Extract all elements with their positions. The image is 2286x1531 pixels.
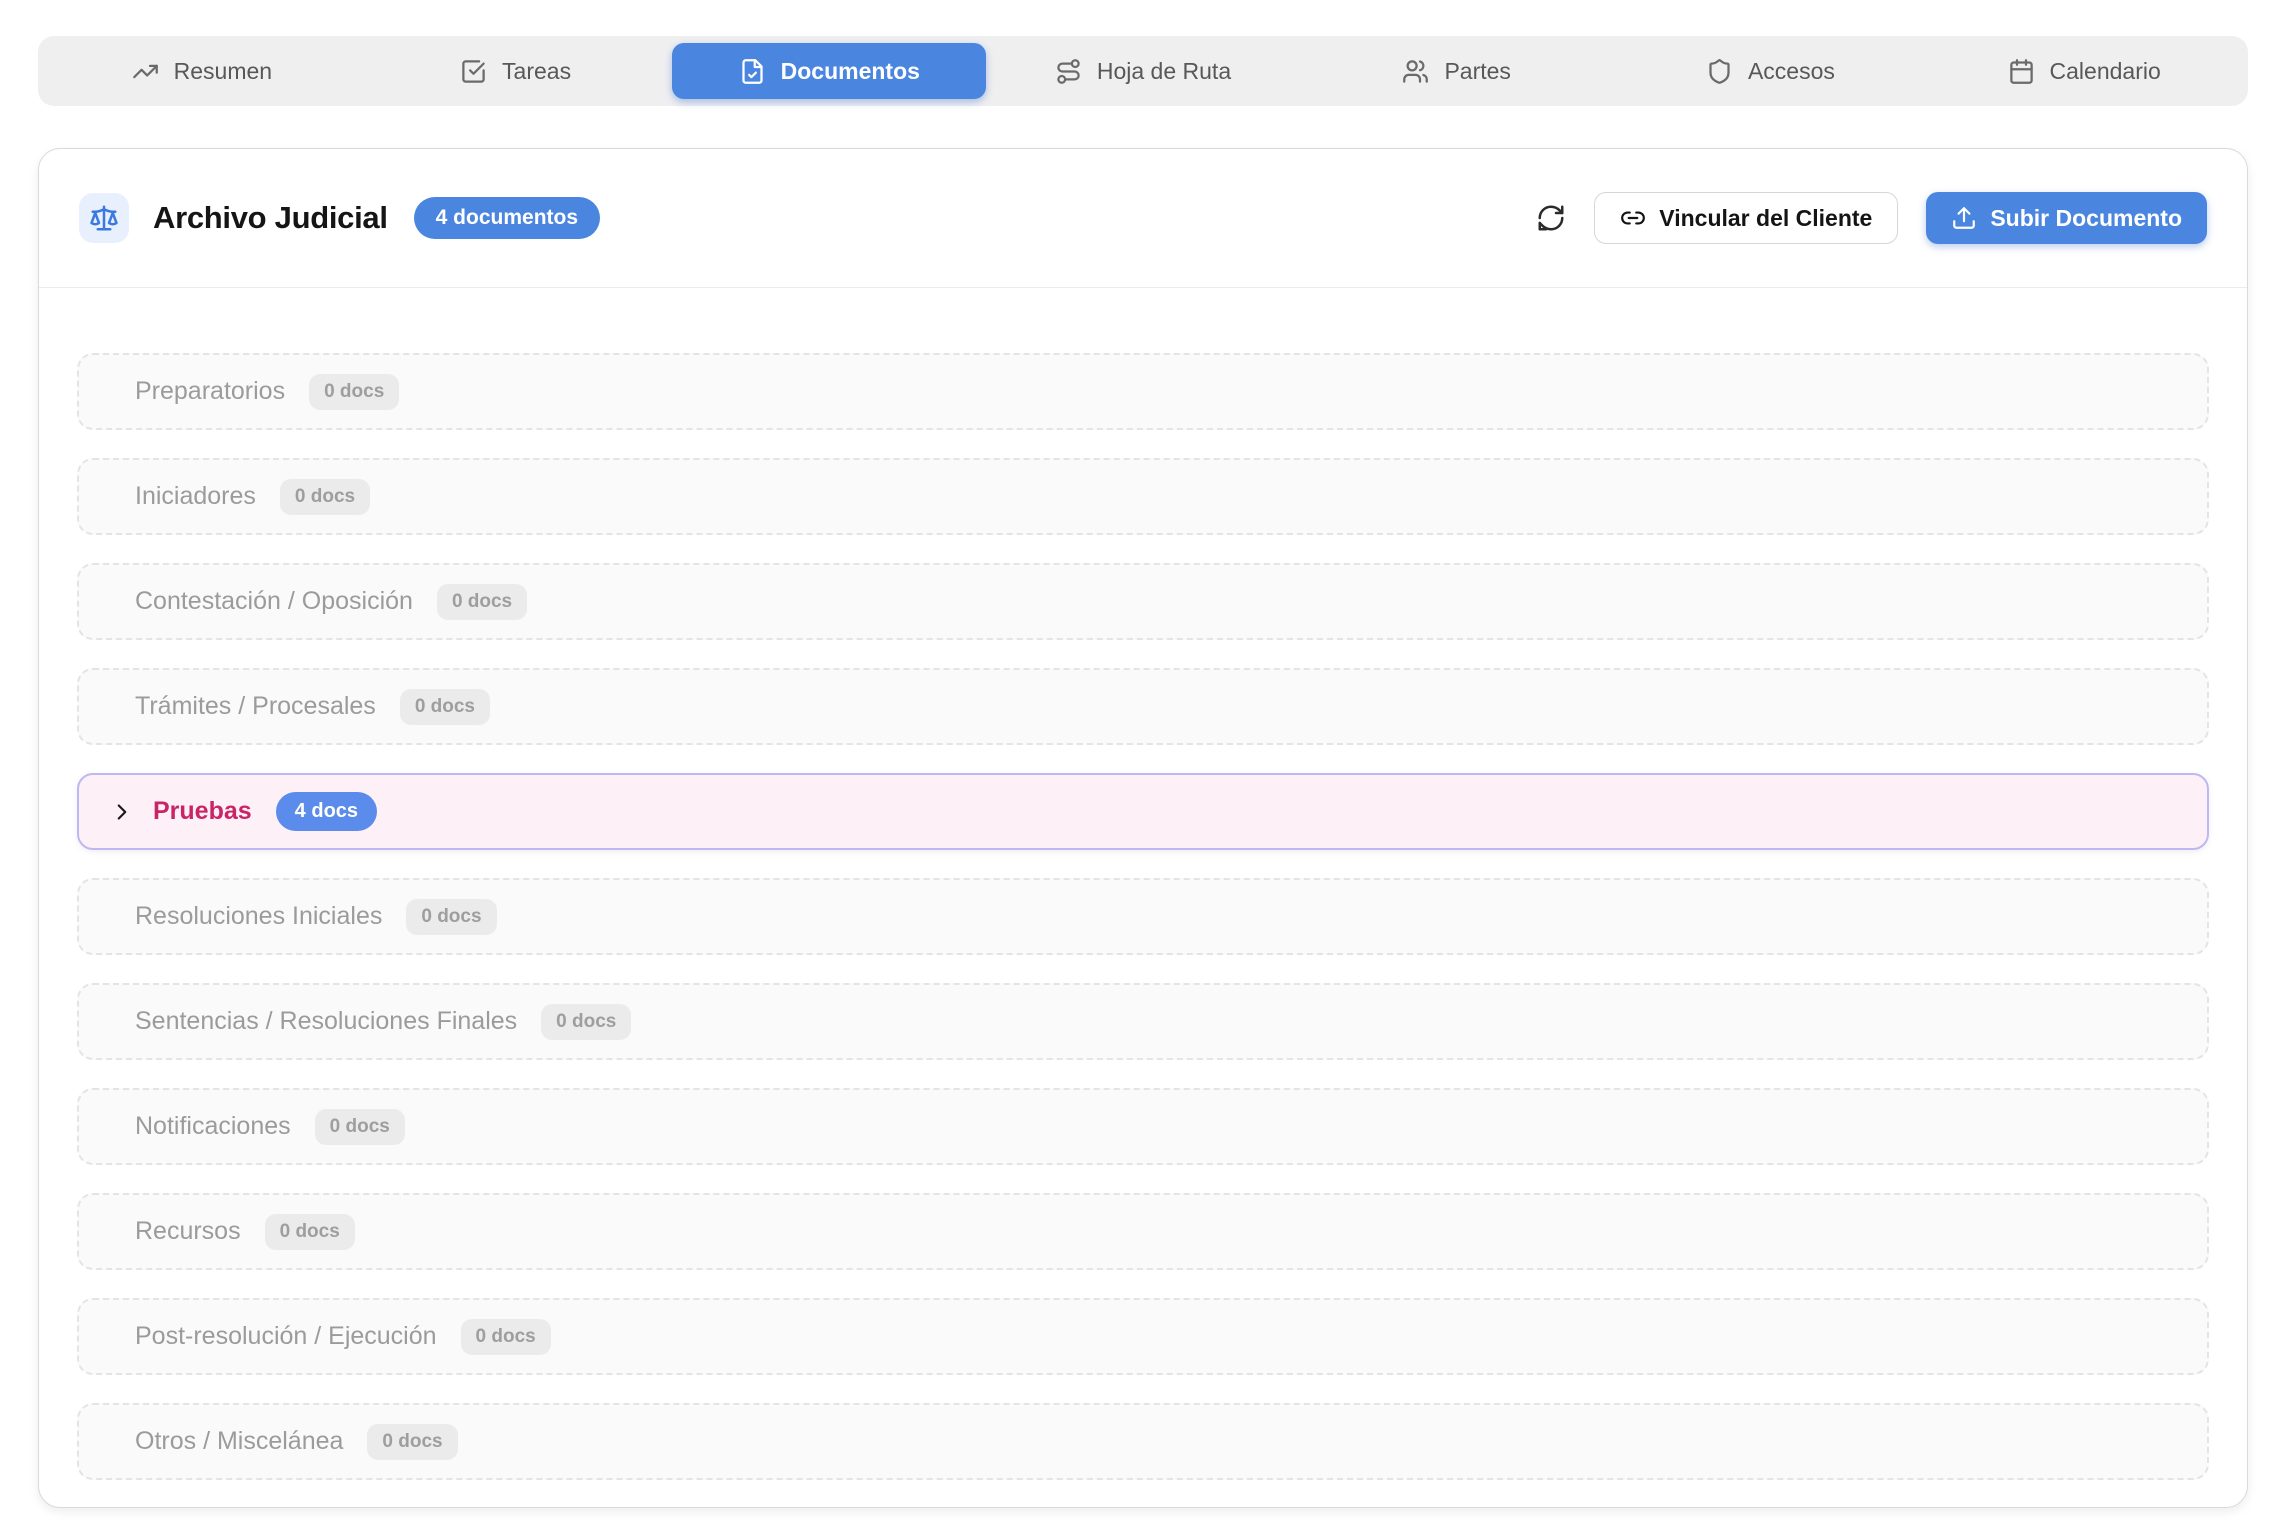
category-row-sentencias-resoluciones-finales[interactable]: Sentencias / Resoluciones Finales 0 docs bbox=[77, 983, 2209, 1060]
upload-document-button[interactable]: Subir Documento bbox=[1926, 192, 2207, 244]
trending-up-icon bbox=[132, 58, 159, 85]
category-row-recursos[interactable]: Recursos 0 docs bbox=[77, 1193, 2209, 1270]
category-row-otros-miscel-nea[interactable]: Otros / Miscelánea 0 docs bbox=[77, 1403, 2209, 1480]
category-row-post-resoluci-n-ejecuci-n[interactable]: Post-resolución / Ejecución 0 docs bbox=[77, 1298, 2209, 1375]
scale-icon bbox=[79, 193, 129, 243]
calendar-icon bbox=[2008, 58, 2035, 85]
tab-hoja-de-ruta[interactable]: Hoja de Ruta bbox=[986, 43, 1300, 99]
route-icon bbox=[1055, 58, 1082, 85]
archivo-judicial-card: Archivo Judicial 4 documentos Vincular d… bbox=[38, 148, 2248, 1508]
docs-count-badge: 0 docs bbox=[400, 689, 490, 725]
category-row-preparatorios[interactable]: Preparatorios 0 docs bbox=[77, 353, 2209, 430]
upload-icon bbox=[1951, 205, 1977, 231]
file-check-icon bbox=[739, 58, 766, 85]
chevron-right-icon bbox=[109, 799, 135, 825]
docs-count-badge: 0 docs bbox=[315, 1109, 405, 1145]
category-list: Preparatorios 0 docs Iniciadores 0 docs … bbox=[39, 288, 2247, 1509]
upload-document-label: Subir Documento bbox=[1990, 205, 2182, 232]
tab-resumen[interactable]: Resumen bbox=[45, 43, 359, 99]
docs-count-badge: 0 docs bbox=[265, 1214, 355, 1250]
category-label: Recursos bbox=[135, 1217, 241, 1246]
category-label: Pruebas bbox=[153, 797, 252, 826]
check-square-icon bbox=[460, 58, 487, 85]
link-icon bbox=[1620, 205, 1646, 231]
shield-icon bbox=[1706, 58, 1733, 85]
docs-count-badge: 4 docs bbox=[276, 792, 377, 831]
tab-documentos[interactable]: Documentos bbox=[672, 43, 986, 99]
category-label: Iniciadores bbox=[135, 482, 256, 511]
tab-accesos[interactable]: Accesos bbox=[1614, 43, 1928, 99]
category-row-contestaci-n-oposici-n[interactable]: Contestación / Oposición 0 docs bbox=[77, 563, 2209, 640]
link-client-button[interactable]: Vincular del Cliente bbox=[1594, 192, 1898, 244]
docs-count-badge: 0 docs bbox=[280, 479, 370, 515]
tab-label: Partes bbox=[1444, 58, 1510, 85]
docs-count-badge: 0 docs bbox=[309, 374, 399, 410]
category-row-pruebas[interactable]: Pruebas 4 docs bbox=[77, 773, 2209, 850]
tab-label: Calendario bbox=[2050, 58, 2161, 85]
category-label: Otros / Miscelánea bbox=[135, 1427, 343, 1456]
tab-label: Documentos bbox=[781, 58, 920, 85]
category-row-iniciadores[interactable]: Iniciadores 0 docs bbox=[77, 458, 2209, 535]
docs-count-badge: 0 docs bbox=[541, 1004, 631, 1040]
header-actions: Vincular del Cliente Subir Documento bbox=[1536, 192, 2207, 244]
tab-label: Resumen bbox=[174, 58, 272, 85]
docs-count-badge: 0 docs bbox=[437, 584, 527, 620]
tab-partes[interactable]: Partes bbox=[1300, 43, 1614, 99]
docs-count-badge: 0 docs bbox=[406, 899, 496, 935]
docs-count-badge: 0 docs bbox=[367, 1424, 457, 1460]
category-label: Post-resolución / Ejecución bbox=[135, 1322, 437, 1351]
page-title: Archivo Judicial bbox=[153, 200, 388, 236]
refresh-button[interactable] bbox=[1536, 203, 1566, 233]
tab-label: Tareas bbox=[502, 58, 571, 85]
category-row-resoluciones-iniciales[interactable]: Resoluciones Iniciales 0 docs bbox=[77, 878, 2209, 955]
document-count-badge: 4 documentos bbox=[414, 197, 600, 239]
tab-label: Accesos bbox=[1748, 58, 1835, 85]
link-client-label: Vincular del Cliente bbox=[1659, 205, 1872, 232]
docs-count-badge: 0 docs bbox=[461, 1319, 551, 1355]
category-label: Contestación / Oposición bbox=[135, 587, 413, 616]
card-header: Archivo Judicial 4 documentos Vincular d… bbox=[39, 149, 2247, 288]
category-label: Trámites / Procesales bbox=[135, 692, 376, 721]
category-row-notificaciones[interactable]: Notificaciones 0 docs bbox=[77, 1088, 2209, 1165]
category-label: Sentencias / Resoluciones Finales bbox=[135, 1007, 517, 1036]
category-label: Preparatorios bbox=[135, 377, 285, 406]
category-row-tr-mites-procesales[interactable]: Trámites / Procesales 0 docs bbox=[77, 668, 2209, 745]
refresh-icon bbox=[1536, 203, 1566, 233]
tab-tareas[interactable]: Tareas bbox=[359, 43, 673, 99]
category-label: Notificaciones bbox=[135, 1112, 291, 1141]
category-label: Resoluciones Iniciales bbox=[135, 902, 382, 931]
tab-calendario[interactable]: Calendario bbox=[1927, 43, 2241, 99]
tab-bar: Resumen Tareas Documentos Hoja de Ruta P… bbox=[38, 36, 2248, 106]
users-icon bbox=[1402, 58, 1429, 85]
tab-label: Hoja de Ruta bbox=[1097, 58, 1231, 85]
